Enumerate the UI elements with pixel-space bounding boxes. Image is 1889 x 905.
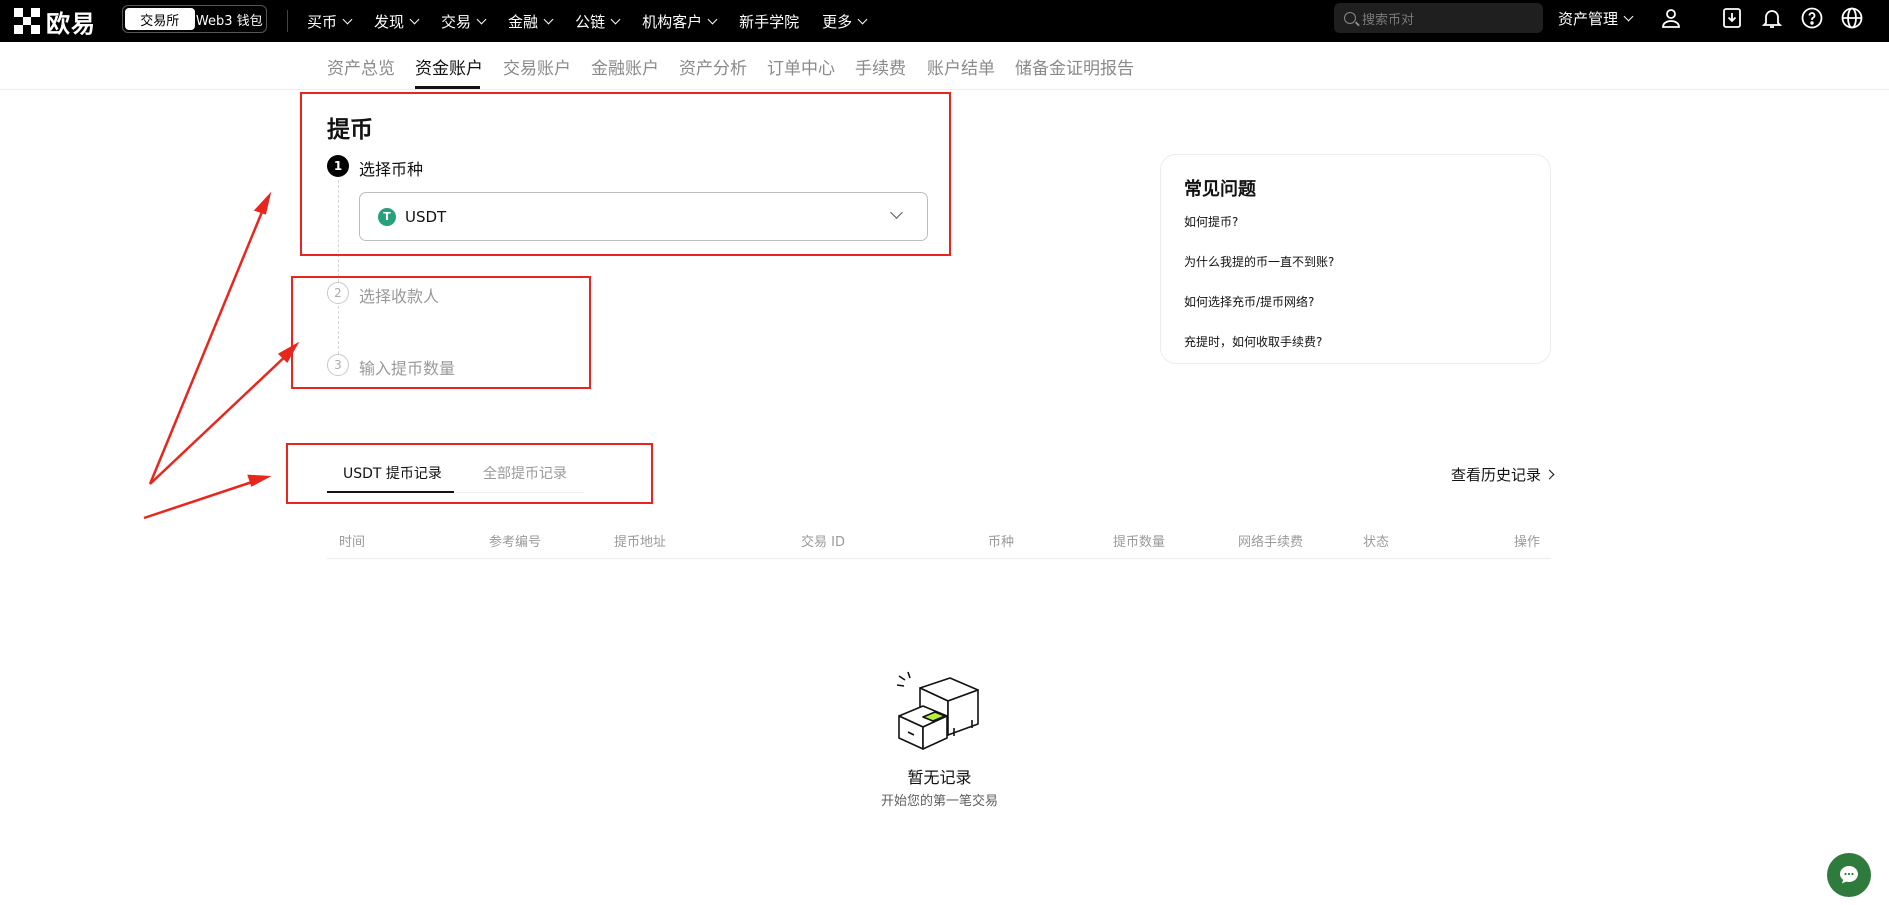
chevron-down-icon	[1623, 11, 1634, 21]
nav-item-more[interactable]: 更多	[822, 11, 868, 32]
user-icon[interactable]	[1659, 6, 1683, 30]
globe-icon[interactable]	[1840, 6, 1864, 30]
subnav-item-proof-of-reserves[interactable]: 储备金证明报告	[1015, 54, 1134, 79]
chevron-down-icon	[342, 14, 353, 24]
faq-link-how-to-withdraw[interactable]: 如何提币?	[1184, 215, 1527, 255]
brand-logo[interactable]: 欧易	[14, 6, 96, 38]
mode-switch: 交易所 Web3 钱包	[122, 5, 267, 33]
chat-icon	[1840, 866, 1858, 884]
search-input[interactable]: 搜索币对	[1334, 3, 1543, 33]
faq-card: 常见问题 如何提币? 为什么我提的币一直不到账? 如何选择充币/提币网络? 充提…	[1160, 154, 1551, 364]
main-nav: 买币 发现 交易 金融 公链 机构客户 新手学院 更多	[307, 0, 889, 42]
brand-name: 欧易	[46, 9, 96, 38]
nav-item-chain[interactable]: 公链	[575, 11, 621, 32]
empty-state-subtitle: 开始您的第一笔交易	[880, 794, 998, 809]
column-header-network-fee: 网络手续费	[1238, 535, 1304, 550]
subnav-item-analysis[interactable]: 资产分析	[679, 54, 747, 79]
column-header-tx-id: 交易 ID	[801, 535, 845, 550]
column-header-reference: 参考编号	[489, 535, 542, 550]
faq-title: 常见问题	[1184, 179, 1256, 200]
faq-link-choose-network[interactable]: 如何选择充币/提币网络?	[1184, 295, 1527, 335]
nav-divider	[287, 10, 288, 32]
annotation-arrow	[143, 191, 300, 520]
chevron-down-icon	[476, 14, 487, 24]
asset-management-menu[interactable]: 资产管理	[1558, 0, 1634, 36]
faq-link-not-received[interactable]: 为什么我提的币一直不到账?	[1184, 255, 1527, 295]
chevron-down-icon	[707, 14, 718, 24]
nav-item-discover[interactable]: 发现	[374, 11, 420, 32]
help-icon[interactable]	[1800, 6, 1824, 30]
subnav-item-statements[interactable]: 账户结单	[927, 54, 995, 79]
subnav-item-fees[interactable]: 手续费	[855, 54, 906, 79]
chevron-right-icon	[1544, 469, 1555, 480]
column-header-amount: 提币数量	[1113, 535, 1166, 550]
subnav-active-indicator	[415, 86, 480, 89]
nav-item-trade[interactable]: 交易	[441, 11, 487, 32]
chevron-down-icon	[409, 14, 420, 24]
subnav-item-trading-account[interactable]: 交易账户	[503, 54, 571, 79]
web3-wallet-mode-button[interactable]: Web3 钱包	[195, 8, 265, 30]
table-header-divider	[327, 558, 1551, 559]
subnav-item-overview[interactable]: 资产总览	[327, 54, 395, 79]
chat-support-button[interactable]	[1827, 853, 1871, 897]
view-history-link[interactable]: 查看历史记录	[1451, 464, 1555, 485]
search-icon	[1344, 12, 1356, 24]
exchange-mode-button[interactable]: 交易所	[125, 8, 195, 30]
annotation-box-steps	[291, 276, 591, 389]
nav-item-institutional[interactable]: 机构客户	[642, 11, 718, 32]
nav-item-finance[interactable]: 金融	[508, 11, 554, 32]
download-icon[interactable]	[1720, 6, 1744, 30]
search-placeholder: 搜索币对	[1362, 12, 1415, 28]
subnav-item-funding-account[interactable]: 资金账户	[415, 54, 483, 79]
empty-drawer-icon	[896, 671, 979, 750]
column-header-action: 操作	[1514, 535, 1541, 550]
column-header-status: 状态	[1363, 535, 1390, 550]
top-navbar: 欧易 交易所 Web3 钱包 买币 发现 交易 金融 公链 机构客户 新手学院 …	[0, 0, 1889, 42]
chevron-down-icon	[610, 14, 621, 24]
nav-item-academy[interactable]: 新手学院	[739, 11, 799, 32]
empty-state-title: 暂无记录	[907, 768, 972, 787]
chevron-down-icon	[543, 14, 554, 24]
subnav-item-finance-account[interactable]: 金融账户	[591, 54, 659, 79]
column-header-coin: 币种	[988, 535, 1015, 550]
nav-item-buy[interactable]: 买币	[307, 11, 353, 32]
column-header-address: 提币地址	[614, 535, 667, 550]
bell-icon[interactable]	[1760, 6, 1784, 30]
column-header-time: 时间	[339, 535, 366, 550]
account-subnav: 资产总览 资金账户 交易账户 金融账户 资产分析 订单中心 手续费 账户结单 储…	[0, 42, 1889, 90]
chevron-down-icon	[857, 14, 868, 24]
annotation-box-coin-select	[300, 92, 951, 256]
annotation-box-record-tabs	[286, 443, 653, 504]
okx-logo-icon	[14, 8, 40, 34]
faq-link-fees[interactable]: 充提时，如何收取手续费?	[1184, 335, 1527, 375]
subnav-item-orders[interactable]: 订单中心	[767, 54, 835, 79]
